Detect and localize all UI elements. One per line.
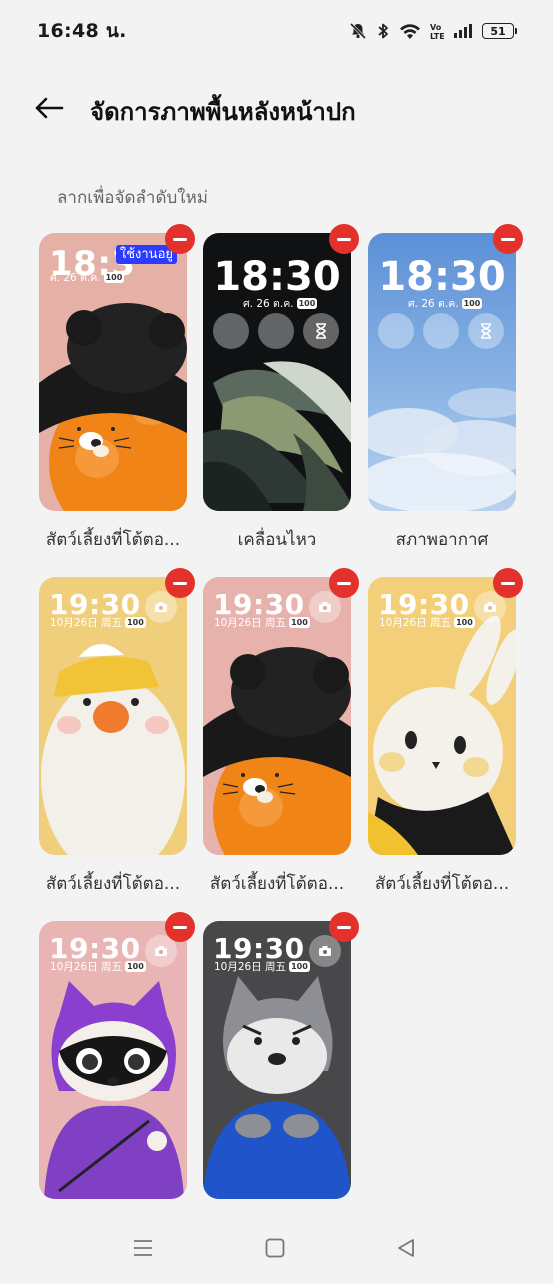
widget-circle [378, 313, 414, 349]
navigation-bar [0, 1215, 553, 1284]
lockscreen-clock: 18:30 [378, 254, 506, 300]
menu-icon[interactable] [132, 1237, 154, 1263]
battery-pill: 100 [289, 961, 310, 972]
wallpaper-card[interactable]: 19:30 10月26日 周五 100 [39, 921, 187, 1199]
lockscreen-date: 10月26日 周五 100 [214, 959, 310, 974]
remove-wallpaper-button[interactable] [329, 912, 359, 942]
battery-pill: 100 [461, 298, 483, 309]
wallpaper-card[interactable]: 19:30 10月26日 周五 100 [203, 577, 351, 855]
remove-wallpaper-button[interactable] [165, 568, 195, 598]
widget-circle [258, 313, 294, 349]
remove-wallpaper-button[interactable] [493, 224, 523, 254]
date-text: 10月26日 周五 [379, 617, 452, 629]
wallpaper-card[interactable]: 19:30 10月26日 周五 100 [39, 577, 187, 855]
wallpaper-label: สัตว์เลี้ยงที่โต้ตอ... [374, 874, 510, 894]
wallpaper-label: สัตว์เลี้ยงที่โต้ตอ... [45, 874, 181, 894]
lockscreen-date: ศ. 26 ต.ค. 100 [243, 295, 318, 312]
date-text: ศ. 26 ต.ค. [50, 272, 101, 284]
date-text: 10月26日 周五 [50, 961, 123, 973]
battery-pill: 100 [296, 298, 318, 309]
date-text: 10月26日 周五 [214, 617, 287, 629]
battery-pill: 100 [125, 961, 146, 972]
lockscreen-date: 10月26日 周五 100 [214, 615, 310, 630]
remove-wallpaper-button[interactable] [165, 224, 195, 254]
remove-wallpaper-button[interactable] [329, 568, 359, 598]
remove-wallpaper-button[interactable] [493, 568, 523, 598]
date-text: 10月26日 周五 [50, 617, 123, 629]
hourglass-icon [468, 313, 504, 349]
remove-wallpaper-button[interactable] [165, 912, 195, 942]
date-text: ศ. 26 ต.ค. [243, 298, 294, 310]
lockscreen-date: ศ. 26 ต.ค. 100 [50, 269, 125, 286]
battery-pill: 100 [454, 617, 475, 628]
remove-wallpaper-button[interactable] [329, 224, 359, 254]
wallpaper-label: เคลื่อนไหว [237, 530, 317, 550]
widget-circle [213, 313, 249, 349]
battery-pill: 100 [125, 617, 146, 628]
battery-pill: 100 [103, 272, 125, 283]
widget-circle [423, 313, 459, 349]
lockscreen-date: 10月26日 周五 100 [50, 959, 146, 974]
wallpaper-card[interactable]: 19:30 10月26日 周五 100 [368, 577, 516, 855]
lockscreen-date: 10月26日 周五 100 [50, 615, 146, 630]
widget-row [213, 313, 339, 349]
wallpaper-card[interactable]: 18:3 ใช้งานอยู่ ศ. 26 ต.ค. 100 [39, 233, 187, 511]
wallpaper-card[interactable]: 19:30 10月26日 周五 100 [203, 921, 351, 1199]
battery-pill: 100 [289, 617, 310, 628]
lockscreen-date: ศ. 26 ต.ค. 100 [408, 295, 483, 312]
wallpaper-label: สัตว์เลี้ยงที่โต้ตอ... [209, 874, 345, 894]
lockscreen-date: 10月26日 周五 100 [379, 615, 475, 630]
widget-row [378, 313, 504, 349]
back-icon[interactable] [395, 1237, 417, 1263]
hourglass-icon [303, 313, 339, 349]
wallpaper-label: สภาพอากาศ [395, 530, 489, 550]
home-icon[interactable] [264, 1237, 286, 1263]
wallpaper-label: สัตว์เลี้ยงที่โต้ตอ... [45, 530, 181, 550]
wallpaper-grid: 18:3 ใช้งานอยู่ ศ. 26 ต.ค. 100 สัตว์เลี้… [0, 0, 553, 1284]
wallpaper-card[interactable]: 18:30 ศ. 26 ต.ค. 100 [368, 233, 516, 511]
wallpaper-card[interactable]: 18:30 ศ. 26 ต.ค. 100 [203, 233, 351, 511]
lockscreen-clock: 18:30 [213, 254, 341, 300]
date-text: 10月26日 周五 [214, 961, 287, 973]
date-text: ศ. 26 ต.ค. [408, 298, 459, 310]
